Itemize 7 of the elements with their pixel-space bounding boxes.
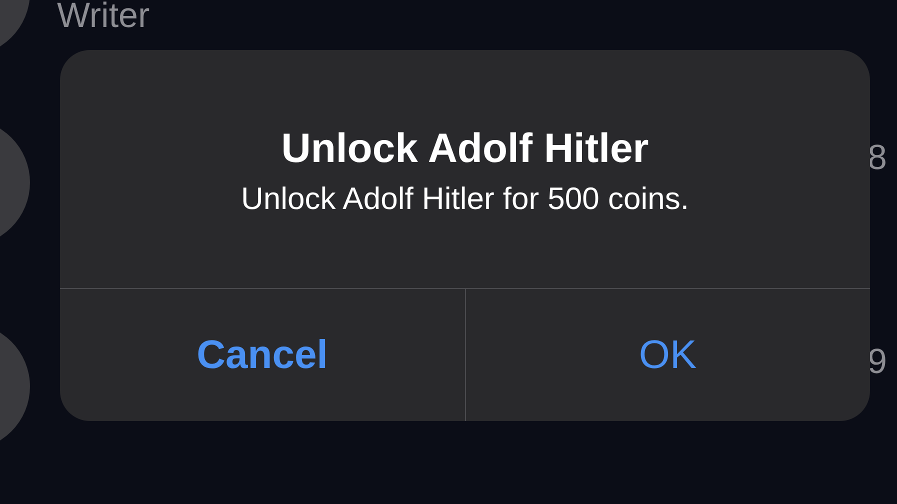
row-count: 8 [868, 138, 887, 178]
row-count: 9 [868, 342, 887, 382]
alert-message: Unlock Adolf Hitler for 500 coins. [241, 180, 689, 218]
cancel-button[interactable]: Cancel [60, 289, 464, 421]
row-subtitle: Writer [57, 0, 150, 36]
ok-button[interactable]: OK [464, 289, 870, 421]
alert-title: Unlock Adolf Hitler [281, 124, 649, 172]
